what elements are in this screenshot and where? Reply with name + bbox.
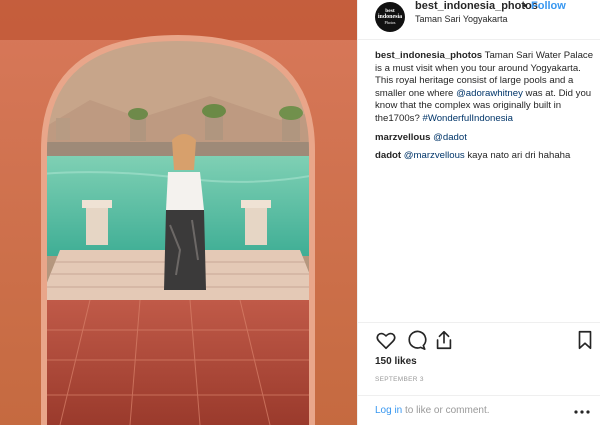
username-link[interactable]: best_indonesia_photos: [415, 0, 538, 12]
bookmark-icon[interactable]: [574, 329, 596, 351]
caption-hashtag[interactable]: #WonderfulIndonesia: [422, 113, 513, 124]
heart-icon[interactable]: [375, 329, 397, 351]
login-bar: Log in to like or comment.: [358, 395, 600, 425]
caption-mention[interactable]: @adorawhitney: [456, 88, 523, 99]
post-header: best indonesia Photos best_indonesia_pho…: [358, 0, 600, 40]
comments-section: best_indonesia_photos Taman Sari Water P…: [375, 50, 595, 169]
post-sidebar: best indonesia Photos best_indonesia_pho…: [357, 0, 600, 425]
post-photo[interactable]: [0, 0, 357, 425]
caption-username[interactable]: best_indonesia_photos: [375, 50, 482, 61]
avatar[interactable]: best indonesia Photos: [375, 2, 405, 32]
location-link[interactable]: Taman Sari Yogyakarta: [415, 14, 508, 24]
login-prompt: Log in to like or comment.: [375, 405, 490, 416]
caption: best_indonesia_photos Taman Sari Water P…: [375, 50, 595, 126]
comment-item: dadot @marzvellous kaya nato ari dri hah…: [375, 150, 595, 163]
action-bar: 150 likes SEPTEMBER 3: [358, 322, 600, 402]
more-options-icon[interactable]: [574, 410, 590, 414]
comment-username[interactable]: marzvellous: [375, 132, 430, 143]
likes-count[interactable]: 150 likes: [375, 356, 417, 367]
taman-sari-photo: [0, 0, 357, 425]
login-text: to like or comment.: [402, 405, 490, 416]
comment-icon[interactable]: [405, 329, 427, 351]
share-icon[interactable]: [433, 329, 455, 351]
login-link[interactable]: Log in: [375, 405, 402, 416]
comment-username[interactable]: dadot: [375, 150, 401, 161]
comment-item: marzvellous @dadot: [375, 132, 595, 145]
separator-dot: •: [523, 0, 527, 12]
comment-text: kaya nato ari dri hahaha: [464, 150, 571, 162]
avatar-text-3: Photos: [384, 20, 396, 25]
follow-button[interactable]: Follow: [531, 0, 566, 12]
comment-mention[interactable]: @dadot: [433, 132, 467, 143]
post-date: SEPTEMBER 3: [375, 376, 424, 383]
comment-mention[interactable]: @marzvellous: [404, 150, 465, 161]
